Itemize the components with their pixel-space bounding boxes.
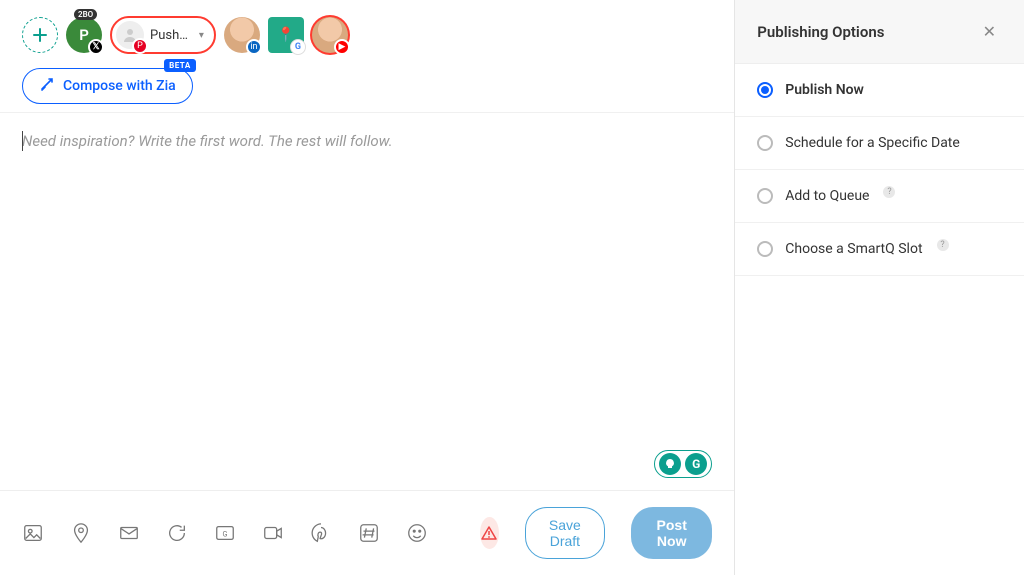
emoji-icon[interactable] — [406, 522, 428, 544]
radio-icon — [757, 188, 773, 204]
network-pinterest-icon: P — [132, 38, 148, 54]
account-avatar-linkedin[interactable]: in — [224, 17, 260, 53]
post-editor[interactable]: Need inspiration? Write the first word. … — [0, 113, 734, 490]
option-schedule-date[interactable]: Schedule for a Specific Date — [735, 117, 1024, 170]
beta-badge: BETA — [164, 59, 196, 72]
option-smartq-slot[interactable]: Choose a SmartQ Slot ? — [735, 223, 1024, 276]
option-add-to-queue[interactable]: Add to Queue ? — [735, 170, 1024, 223]
compose-row: BETA Compose with Zia — [0, 68, 734, 113]
network-linkedin-icon: in — [246, 39, 262, 55]
account-pill-label: Push… — [150, 28, 188, 43]
info-icon[interactable]: ? — [883, 186, 895, 198]
publishing-options-title: Publishing Options — [757, 23, 884, 41]
account-badge: 2BO — [74, 9, 97, 20]
network-youtube-icon: ▶ — [334, 39, 350, 55]
account-selector-bar: 2BO P 𝕏 Push… ▾ P in 📍 G ▶ — [0, 0, 734, 68]
pinterest-icon[interactable] — [310, 522, 332, 544]
location-icon[interactable] — [70, 522, 92, 544]
text-caret — [22, 131, 23, 151]
chevron-down-icon: ▾ — [199, 30, 204, 41]
option-publish-now[interactable]: Publish Now — [735, 64, 1024, 117]
info-icon[interactable]: ? — [937, 239, 949, 251]
account-avatar-gmb[interactable]: 📍 G — [268, 17, 304, 53]
gif-icon[interactable]: G — [214, 522, 236, 544]
publishing-options-header: Publishing Options ✕ — [735, 0, 1024, 64]
floating-tools: G — [654, 450, 712, 478]
zia-label: Compose with Zia — [63, 78, 176, 94]
radio-icon — [757, 82, 773, 98]
network-google-icon: G — [290, 39, 306, 55]
suggestion-bulb-icon[interactable] — [659, 453, 681, 475]
account-pill-pinterest[interactable]: Push… ▾ P — [110, 16, 216, 54]
add-account-button[interactable] — [22, 17, 58, 53]
radio-icon — [757, 241, 773, 257]
radio-icon — [757, 135, 773, 151]
close-icon[interactable]: ✕ — [977, 20, 1002, 43]
svg-text:G: G — [223, 530, 228, 539]
warning-icon[interactable] — [480, 517, 499, 549]
hashtag-icon[interactable] — [358, 522, 380, 544]
video-icon[interactable] — [262, 522, 284, 544]
grammarly-icon[interactable]: G — [685, 453, 707, 475]
account-avatar-p[interactable]: 2BO P 𝕏 — [66, 17, 102, 53]
envelope-icon[interactable] — [118, 522, 140, 544]
post-now-button[interactable]: Post Now — [631, 507, 712, 559]
refresh-icon[interactable] — [166, 522, 188, 544]
image-icon[interactable] — [22, 522, 44, 544]
compose-with-zia-button[interactable]: BETA Compose with Zia — [22, 68, 193, 104]
avatar-initial: P — [79, 26, 89, 44]
option-label: Publish Now — [785, 82, 864, 98]
editor-placeholder: Need inspiration? Write the first word. … — [22, 132, 393, 150]
option-label: Add to Queue — [785, 188, 869, 204]
bottom-toolbar: G Save Draft Post Now — [0, 490, 734, 575]
account-avatar-youtube[interactable]: ▶ — [312, 17, 348, 53]
network-x-icon: 𝕏 — [88, 39, 104, 55]
publishing-options-panel: Publishing Options ✕ Publish Now Schedul… — [735, 0, 1024, 575]
zia-icon — [39, 76, 55, 96]
option-label: Choose a SmartQ Slot — [785, 241, 922, 257]
option-label: Schedule for a Specific Date — [785, 135, 960, 151]
save-draft-button[interactable]: Save Draft — [525, 507, 606, 559]
